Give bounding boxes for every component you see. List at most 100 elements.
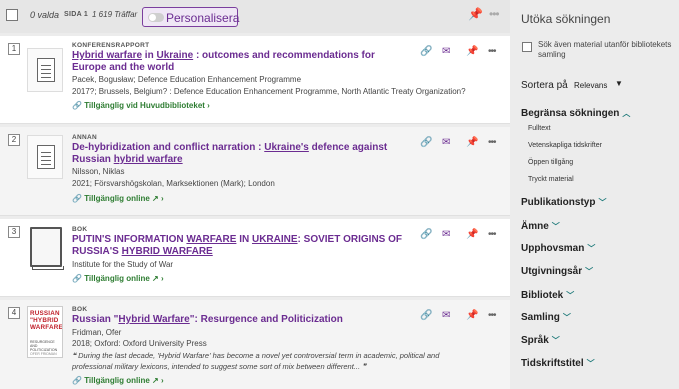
availability-link[interactable]: 🔗 Tillgänglig online ↗ › xyxy=(72,194,164,203)
chevron-down-icon: ﹀ xyxy=(566,291,575,300)
more-options-icon[interactable]: ••• xyxy=(489,7,500,21)
limit-option[interactable]: Vetenskapliga tidskrifter xyxy=(528,142,602,149)
facet-collection[interactable]: Samling ﹀ xyxy=(521,312,571,323)
cover-author: OFER FRIDMAN xyxy=(30,352,57,356)
pin-icon[interactable]: 📌 xyxy=(466,46,478,57)
facet-author[interactable]: Upphovsman ﹀ xyxy=(521,243,595,254)
sort-select[interactable]: Relevans xyxy=(574,81,607,90)
result-title[interactable]: Russian "Hybrid Warfare": Resurgence and… xyxy=(72,314,412,326)
result-actions: 🔗 ✉ 📌 ••• xyxy=(418,229,504,243)
results-list: 0 valda SIDA 1 1 619 Träffar Personalise… xyxy=(0,0,510,389)
more-options-icon[interactable]: ••• xyxy=(488,310,496,321)
sort-label: Sortera på xyxy=(521,80,568,91)
result-type: BOK xyxy=(72,306,88,313)
limit-search-label: Begränsa sökningen xyxy=(521,108,620,119)
availability-link[interactable]: 🔗 Tillgänglig online ↗ › xyxy=(72,274,164,283)
facet-year[interactable]: Utgivningsår ﹀ xyxy=(521,266,593,277)
result-abstract-quote: ❝ During the last decade, 'Hybrid Warfar… xyxy=(72,351,440,371)
result-item: 4 RUSSIAN "HYBRID WARFARE" RESURGENCE AN… xyxy=(0,300,510,389)
title-highlight: Ukraine xyxy=(156,50,194,61)
filter-sidebar: Utöka sökningen Sök även material utanfö… xyxy=(510,0,679,389)
result-number[interactable]: 3 xyxy=(8,226,20,238)
chevron-up-icon: ︿ xyxy=(622,109,631,118)
document-icon xyxy=(37,58,55,82)
pin-icon[interactable]: 📌 xyxy=(466,137,478,148)
book-thumbnail[interactable] xyxy=(27,227,64,271)
result-publisher: Institute for the Study of War xyxy=(72,260,174,269)
personalize-toggle[interactable]: Personalisera xyxy=(142,7,239,27)
cover-subtitle: RESURGENCE AND POLITICIZATION xyxy=(30,340,58,352)
facet-publication-type[interactable]: Publikationstyp ﹀ xyxy=(521,197,606,208)
link-icon[interactable]: 🔗 xyxy=(420,229,432,240)
chevron-down-icon: ﹀ xyxy=(585,267,594,276)
more-options-icon[interactable]: ••• xyxy=(488,137,496,148)
limit-option[interactable]: Tryckt material xyxy=(528,176,574,183)
availability-link[interactable]: 🔗 Tillgänglig vid Huvudbiblioteket › xyxy=(72,101,210,110)
result-type: BOK xyxy=(72,226,88,233)
result-authors: Pacek, Bogusław; Defence Education Enhan… xyxy=(72,75,302,84)
title-highlight: WARFARE xyxy=(186,234,237,245)
title-highlight: Ukraine's xyxy=(264,142,309,153)
result-publication: 2021; Försvarshögskolan, Marksektionen (… xyxy=(72,179,275,188)
result-actions: 🔗 ✉ 📌 ••• xyxy=(418,46,504,60)
chevron-down-icon: ﹀ xyxy=(551,336,560,345)
result-number[interactable]: 1 xyxy=(8,43,20,55)
book-cover[interactable]: RUSSIAN "HYBRID WARFARE" RESURGENCE AND … xyxy=(27,306,63,358)
facet-subject[interactable]: Ämne ﹀ xyxy=(521,221,560,232)
facet-journal-title[interactable]: Tidskriftstitel ﹀ xyxy=(521,358,595,369)
hit-count: 1 619 Träffar xyxy=(92,10,138,19)
pin-icon[interactable]: 📌 xyxy=(466,310,478,321)
dropdown-caret-icon[interactable]: ▼ xyxy=(615,79,623,88)
title-text: De-hybridization and conflict narration … xyxy=(72,142,265,153)
facet-label: Samling xyxy=(521,312,560,323)
email-icon[interactable]: ✉ xyxy=(442,137,450,148)
toggle-switch-icon xyxy=(148,13,164,22)
link-icon[interactable]: 🔗 xyxy=(420,46,432,57)
title-highlight: Hybrid warfare xyxy=(72,50,143,61)
result-publication: 2018; Oxford: Oxford University Press xyxy=(72,339,207,348)
availability-link[interactable]: 🔗 Tillgänglig online ↗ › xyxy=(72,376,164,385)
result-type: ANNAN xyxy=(72,134,97,141)
title-highlight: hybrid warfare xyxy=(113,154,183,165)
pin-icon[interactable]: 📌 xyxy=(468,7,483,21)
link-icon[interactable]: 🔗 xyxy=(420,310,432,321)
title-highlight: Hybrid Warfare xyxy=(118,314,190,325)
facet-label: Utgivningsår xyxy=(521,266,583,277)
book-icon xyxy=(30,227,64,270)
chevron-down-icon: ﹀ xyxy=(587,244,596,253)
result-title[interactable]: De-hybridization and conflict narration … xyxy=(72,142,412,166)
expand-search-checkbox[interactable] xyxy=(522,42,532,52)
email-icon[interactable]: ✉ xyxy=(442,229,450,240)
document-thumbnail[interactable] xyxy=(27,48,63,92)
page-indicator: SIDA 1 xyxy=(64,11,89,18)
result-number[interactable]: 4 xyxy=(8,307,20,319)
email-icon[interactable]: ✉ xyxy=(442,310,450,321)
title-text: IN xyxy=(236,234,252,245)
facet-label: Språk xyxy=(521,335,549,346)
title-highlight: UKRAINE xyxy=(251,234,298,245)
document-thumbnail[interactable] xyxy=(27,135,63,179)
select-all-checkbox[interactable] xyxy=(6,9,18,21)
expand-search-heading: Utöka sökningen xyxy=(521,12,611,26)
result-item: 3 BOK PUTIN'S INFORMATION WARFARE IN UKR… xyxy=(0,219,510,297)
limit-option[interactable]: Fulltext xyxy=(528,125,551,132)
more-options-icon[interactable]: ••• xyxy=(488,229,496,240)
cover-title: RUSSIAN "HYBRID WARFARE" xyxy=(30,310,63,331)
pin-icon[interactable]: 📌 xyxy=(466,229,478,240)
availability-label: Tillgänglig vid Huvudbiblioteket xyxy=(84,101,205,110)
facet-label: Upphovsman xyxy=(521,243,585,254)
result-actions: 🔗 ✉ 📌 ••• xyxy=(418,137,504,151)
expand-search-label[interactable]: Sök även material utanför bibliotekets s… xyxy=(538,40,678,60)
more-options-icon[interactable]: ••• xyxy=(488,46,496,57)
title-text: ": Resurgence and Politicization xyxy=(189,314,343,325)
limit-search-heading[interactable]: Begränsa sökningen ︿ xyxy=(521,108,630,119)
result-title[interactable]: PUTIN'S INFORMATION WARFARE IN UKRAINE: … xyxy=(72,234,412,258)
limit-option[interactable]: Öppen tillgång xyxy=(528,159,573,166)
facet-language[interactable]: Språk ﹀ xyxy=(521,335,560,346)
email-icon[interactable]: ✉ xyxy=(442,46,450,57)
facet-library[interactable]: Bibliotek ﹀ xyxy=(521,290,574,301)
link-icon[interactable]: 🔗 xyxy=(420,137,432,148)
result-number[interactable]: 2 xyxy=(8,134,20,146)
abstract-text: During the last decade, 'Hybrid Warfare'… xyxy=(72,351,440,371)
result-title[interactable]: Hybrid warfare in Ukraine : outcomes and… xyxy=(72,50,412,74)
